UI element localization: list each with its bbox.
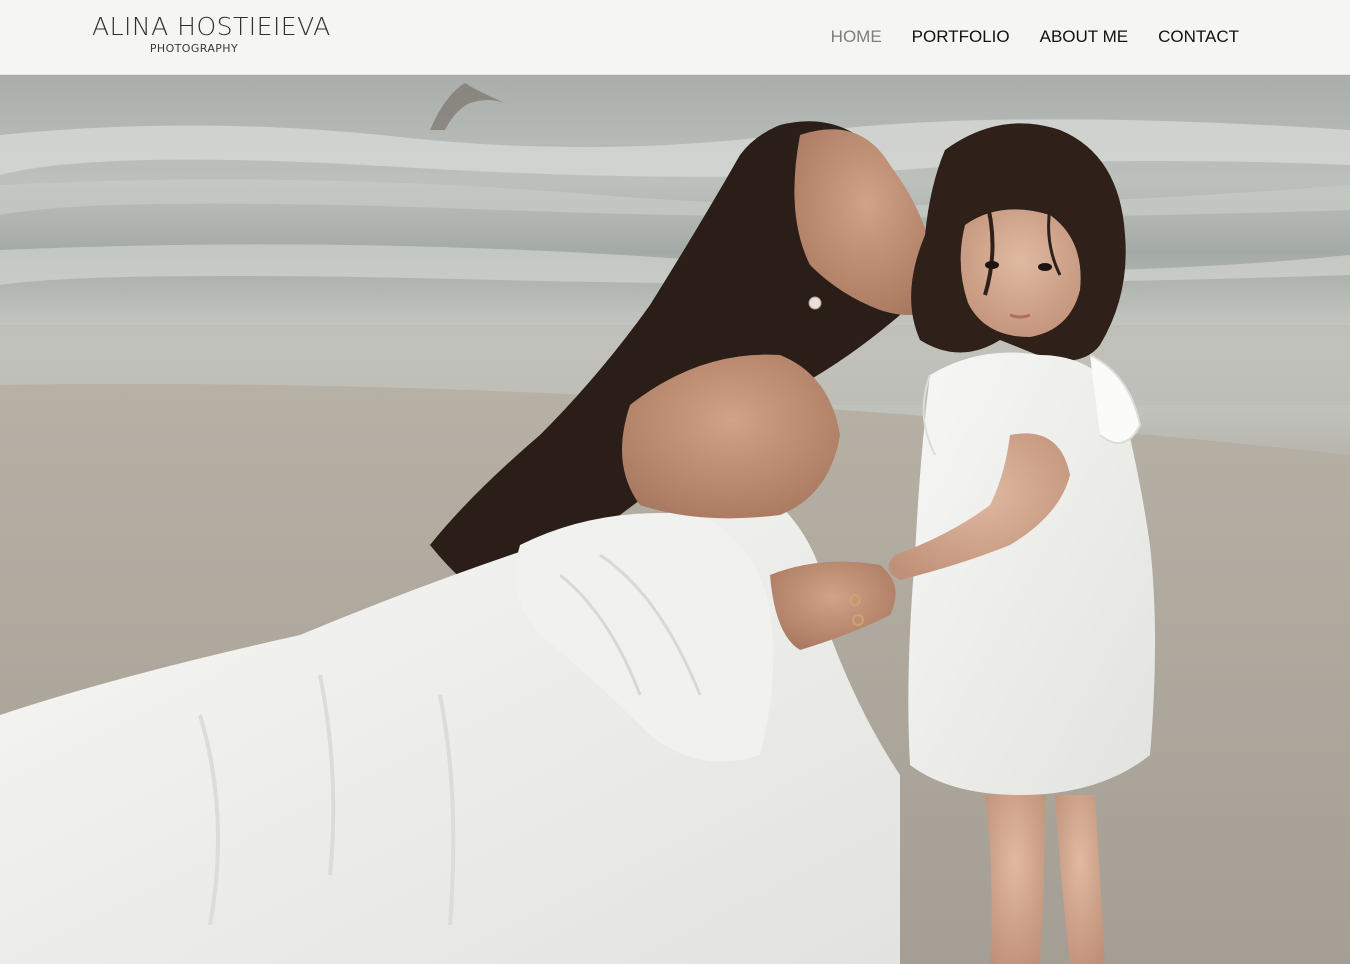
main-nav: HOME PORTFOLIO ABOUT ME CONTACT: [831, 25, 1239, 49]
hero-section: [0, 75, 1350, 964]
site-header: ALINA HOSTIEIEVA PHOTOGRAPHY HOME PORTFO…: [0, 0, 1350, 75]
nav-item-portfolio[interactable]: PORTFOLIO: [912, 25, 1010, 49]
nav-item-contact[interactable]: CONTACT: [1158, 25, 1239, 49]
site-logo[interactable]: ALINA HOSTIEIEVA PHOTOGRAPHY: [92, 12, 331, 56]
nav-item-about-me[interactable]: ABOUT ME: [1040, 25, 1128, 49]
logo-name: ALINA HOSTIEIEVA: [92, 12, 331, 41]
logo-subtitle: PHOTOGRAPHY: [149, 42, 239, 55]
nav-item-home[interactable]: HOME: [831, 25, 882, 49]
hero-photo: [0, 75, 1350, 964]
